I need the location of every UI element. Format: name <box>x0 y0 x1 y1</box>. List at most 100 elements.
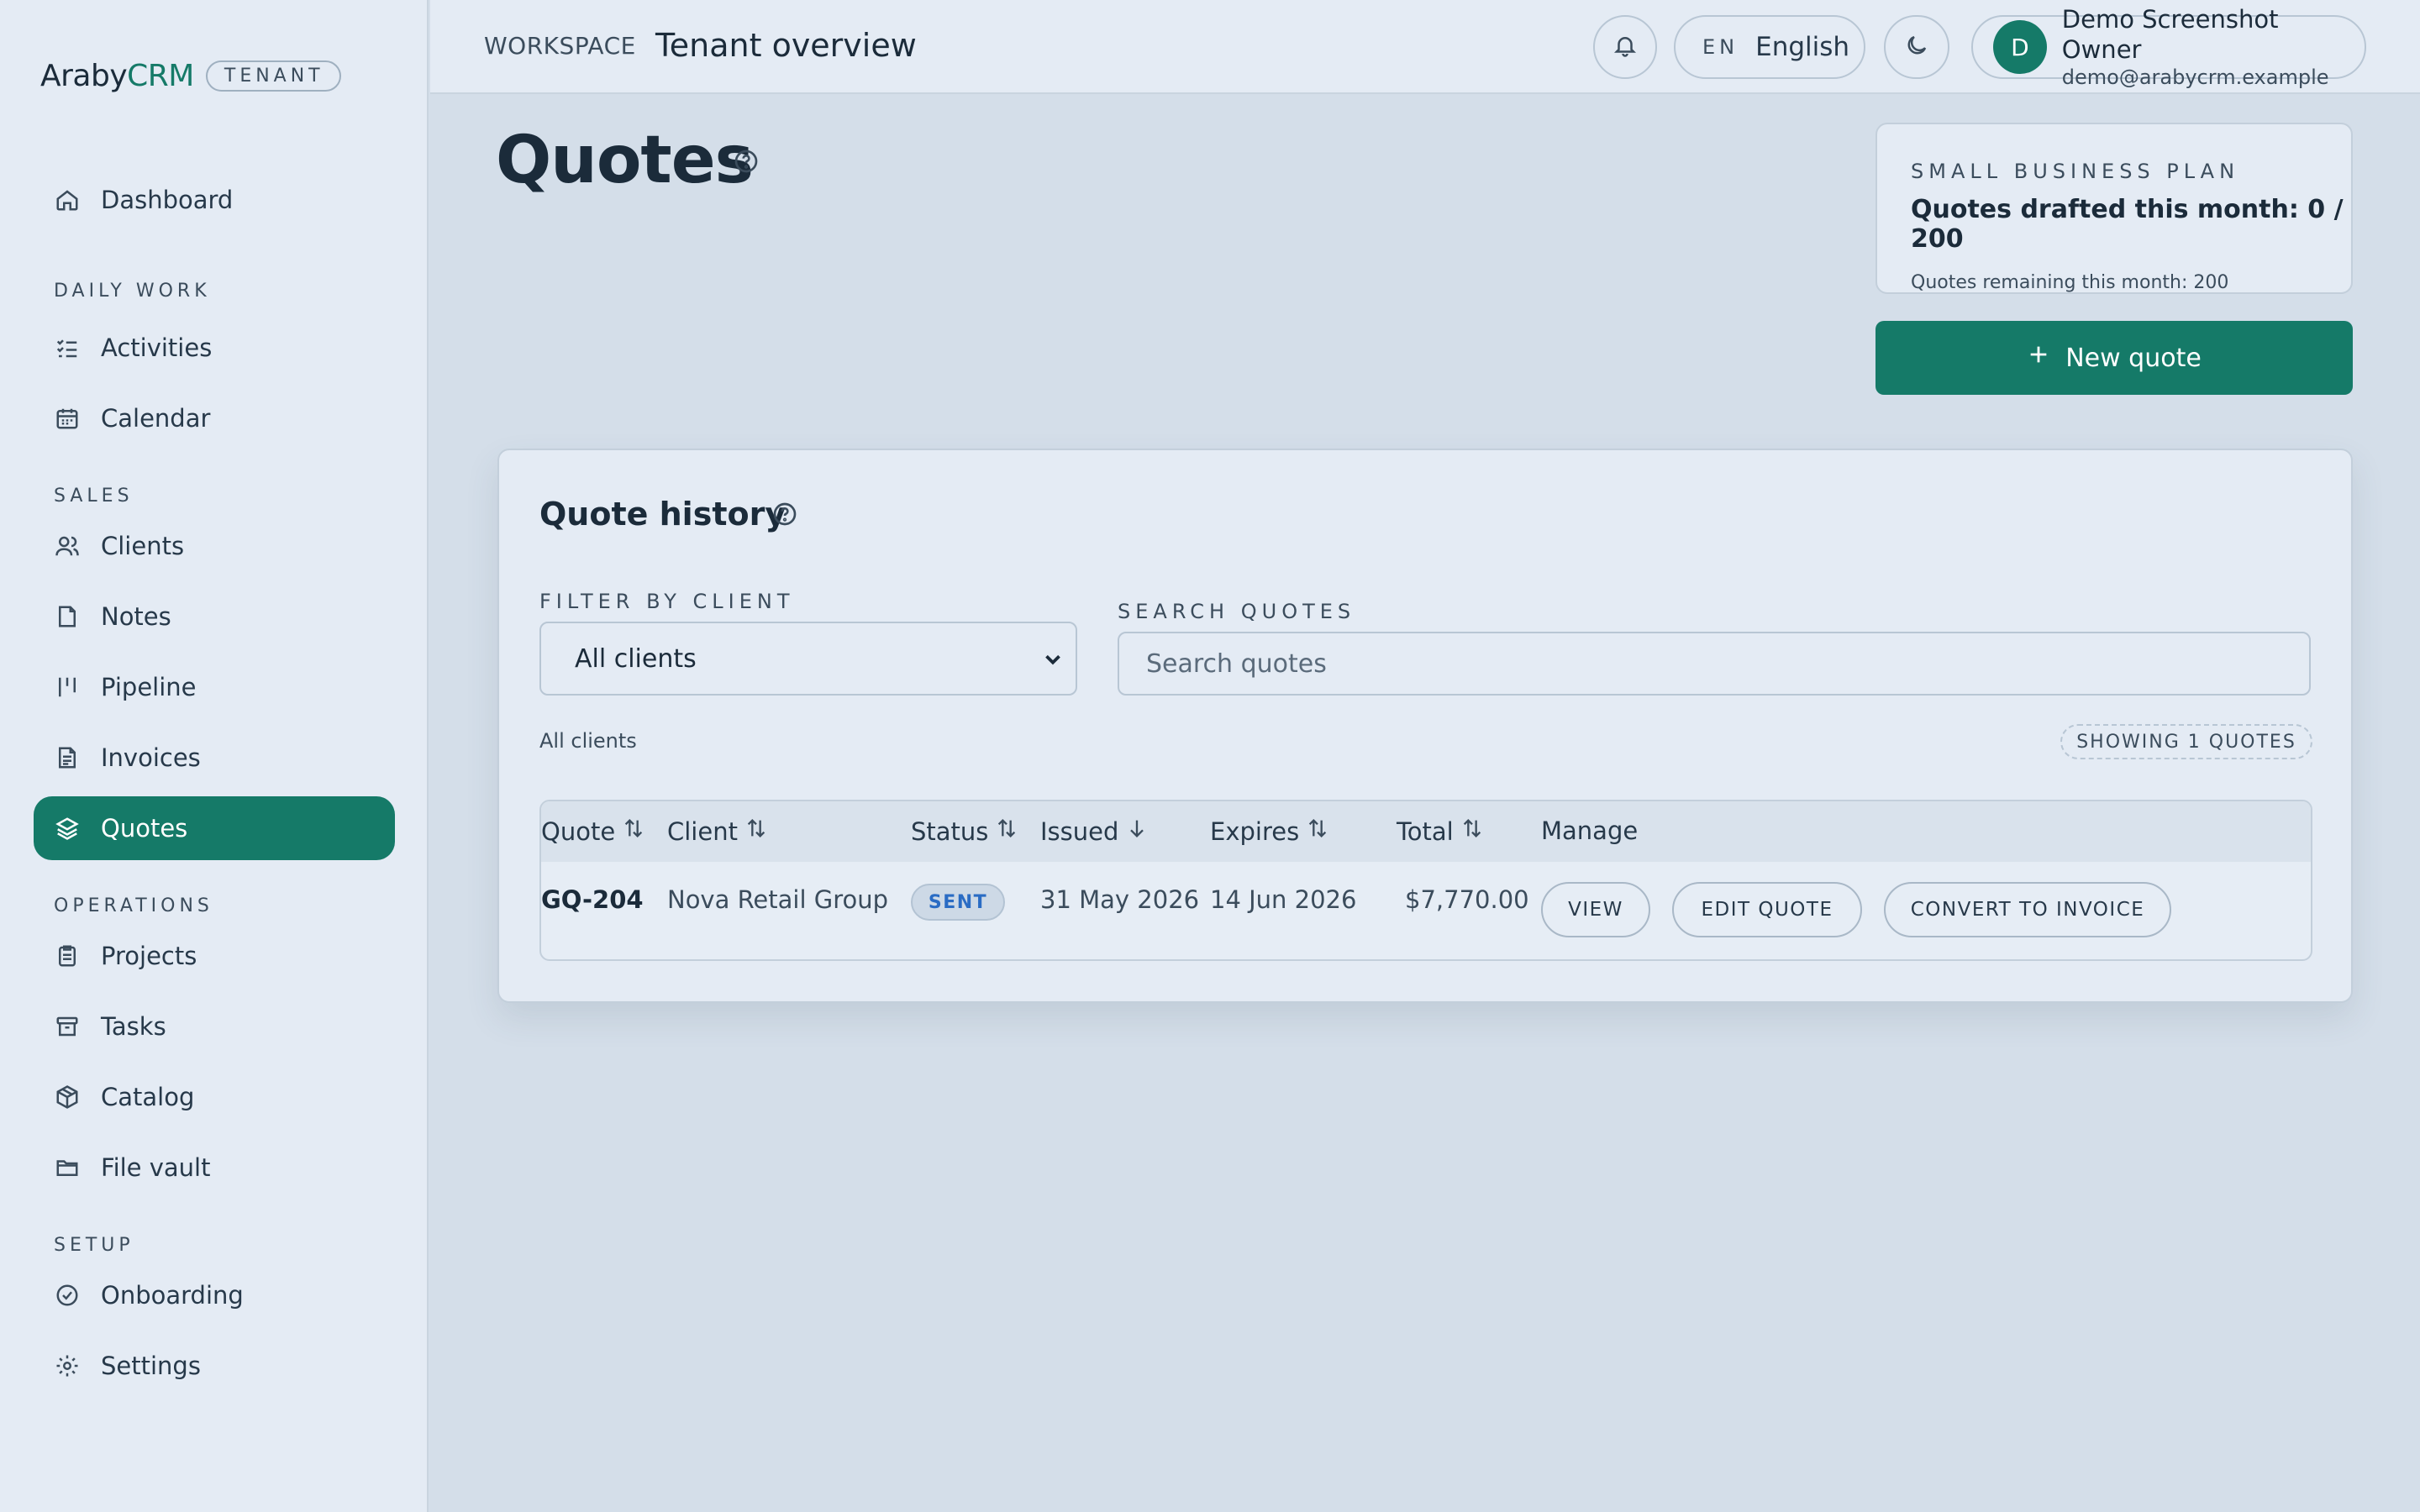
sidebar: ArabyCRM TENANT Dashboard DAILY WORK Act… <box>0 0 429 1512</box>
sidebar-item-dashboard[interactable]: Dashboard <box>34 168 395 232</box>
search-quotes-label: SEARCH QUOTES <box>1118 600 1356 623</box>
page-title: Quotes <box>496 123 754 198</box>
users-icon <box>54 533 81 559</box>
column-header-client[interactable]: Client <box>667 816 768 846</box>
package-icon <box>54 1084 81 1110</box>
sidebar-item-settings[interactable]: Settings <box>34 1334 395 1398</box>
expires-date: 14 Jun 2026 <box>1210 885 1357 914</box>
notifications-button[interactable] <box>1593 15 1657 79</box>
sidebar-item-label: Settings <box>101 1352 201 1380</box>
help-icon[interactable] <box>771 501 798 528</box>
user-name: Demo Screenshot Owner <box>2061 5 2279 64</box>
sidebar-item-catalog[interactable]: Catalog <box>34 1065 395 1129</box>
results-count-badge: SHOWING 1 QUOTES <box>2060 724 2312 759</box>
avatar: D <box>1993 20 2047 74</box>
workspace-title: Tenant overview <box>655 27 917 64</box>
quotes-table: Quote Client Status Issued Expires Total <box>539 800 2312 961</box>
sidebar-item-label: Quotes <box>101 814 188 843</box>
sidebar-item-label: Clients <box>101 532 185 560</box>
language-code: EN <box>1702 35 1739 59</box>
column-header-status[interactable]: Status <box>911 816 1018 846</box>
sidebar-item-label: Notes <box>101 602 171 631</box>
sidebar-item-label: Activities <box>101 333 213 362</box>
language-name: English <box>1755 32 1850 62</box>
sidebar-section-daily-work: DAILY WORK <box>54 281 211 302</box>
column-header-expires[interactable]: Expires <box>1210 816 1329 846</box>
plan-usage: Quotes drafted this month: 0 / 200 <box>1911 195 2344 254</box>
workspace-label: WORKSPACE <box>484 32 636 60</box>
user-menu[interactable]: D Demo Screenshot Owner demo@arabycrm.ex… <box>1971 5 2366 89</box>
list-check-icon <box>54 334 81 361</box>
sidebar-item-file-vault[interactable]: File vault <box>34 1136 395 1200</box>
note-icon <box>54 603 81 630</box>
invoice-icon <box>54 744 81 771</box>
plan-remaining: Quotes remaining this month: 200 <box>1911 272 2229 293</box>
sidebar-item-label: File vault <box>101 1153 211 1182</box>
sidebar-item-clients[interactable]: Clients <box>34 514 395 578</box>
column-header-quote[interactable]: Quote <box>541 816 645 846</box>
new-quote-button[interactable]: New quote <box>1876 321 2353 395</box>
sidebar-item-pipeline[interactable]: Pipeline <box>34 655 395 719</box>
home-icon <box>54 186 81 213</box>
clipboard-icon <box>54 942 81 969</box>
tenant-badge: TENANT <box>205 60 341 92</box>
client-filter-select[interactable]: All clients <box>539 622 1077 696</box>
plan-name: SMALL BUSINESS PLAN <box>1911 160 2240 183</box>
sidebar-item-label: Calendar <box>101 404 211 433</box>
sidebar-section-operations: OPERATIONS <box>54 895 213 916</box>
sidebar-item-label: Catalog <box>101 1083 195 1111</box>
sidebar-item-calendar[interactable]: Calendar <box>34 386 395 450</box>
theme-toggle-button[interactable] <box>1884 15 1949 79</box>
column-header-manage: Manage <box>1541 816 1639 845</box>
language-switcher[interactable]: EN English <box>1674 15 1865 79</box>
client-filter-value: All clients <box>575 643 697 674</box>
pipeline-icon <box>54 674 81 701</box>
table-header: Quote Client Status Issued Expires Total <box>541 801 2311 862</box>
sort-desc-icon <box>1118 816 1149 846</box>
sidebar-item-projects[interactable]: Projects <box>34 924 395 988</box>
sidebar-nav: Dashboard DAILY WORK Activities Calendar… <box>34 168 395 1404</box>
quote-number[interactable]: GQ-204 <box>541 885 644 914</box>
sidebar-item-label: Projects <box>101 942 197 970</box>
chevron-down-icon <box>1040 647 1065 672</box>
view-quote-button[interactable]: VIEW <box>1541 882 1650 937</box>
sidebar-item-tasks[interactable]: Tasks <box>34 995 395 1058</box>
sidebar-item-notes[interactable]: Notes <box>34 585 395 648</box>
convert-to-invoice-button[interactable]: CONVERT TO INVOICE <box>1884 882 2171 937</box>
filter-by-client-label: FILTER BY CLIENT <box>539 590 795 613</box>
moon-icon <box>1904 33 1929 61</box>
sidebar-item-label: Dashboard <box>101 186 234 214</box>
check-circle-icon <box>54 1282 81 1309</box>
filter-summary: All clients <box>539 729 637 753</box>
bell-icon <box>1612 33 1638 61</box>
quote-history-title: Quote history <box>539 496 786 533</box>
sidebar-item-onboarding[interactable]: Onboarding <box>34 1263 395 1327</box>
sidebar-item-activities[interactable]: Activities <box>34 316 395 380</box>
sidebar-item-label: Pipeline <box>101 673 197 701</box>
sort-icon <box>988 816 1018 846</box>
sort-icon <box>615 816 645 846</box>
plus-icon <box>2027 343 2065 373</box>
user-email: demo@arabycrm.example <box>2061 66 2329 89</box>
sidebar-item-quotes[interactable]: Quotes <box>34 796 395 860</box>
help-icon[interactable] <box>733 148 760 175</box>
sidebar-item-invoices[interactable]: Invoices <box>34 726 395 790</box>
search-quotes-input[interactable] <box>1118 632 2311 696</box>
quote-total: $7,770.00 <box>1405 885 1529 914</box>
top-bar: WORKSPACE Tenant overview EN English D D… <box>430 0 2420 94</box>
sidebar-item-label: Tasks <box>101 1012 166 1041</box>
column-header-total[interactable]: Total <box>1397 816 1484 846</box>
layers-icon <box>54 815 81 842</box>
archive-icon <box>54 1013 81 1040</box>
brand-logo[interactable]: ArabyCRM TENANT <box>40 59 341 93</box>
sidebar-item-label: Onboarding <box>101 1281 244 1310</box>
sidebar-section-sales: SALES <box>54 486 134 507</box>
status-badge: SENT <box>911 884 1005 921</box>
column-header-issued[interactable]: Issued <box>1040 816 1149 846</box>
plan-usage-card: SMALL BUSINESS PLAN Quotes drafted this … <box>1876 123 2353 294</box>
issued-date: 31 May 2026 <box>1040 885 1200 914</box>
edit-quote-button[interactable]: EDIT QUOTE <box>1672 882 1862 937</box>
new-quote-label: New quote <box>2065 343 2202 373</box>
sort-icon <box>1299 816 1329 846</box>
gear-icon <box>54 1352 81 1379</box>
